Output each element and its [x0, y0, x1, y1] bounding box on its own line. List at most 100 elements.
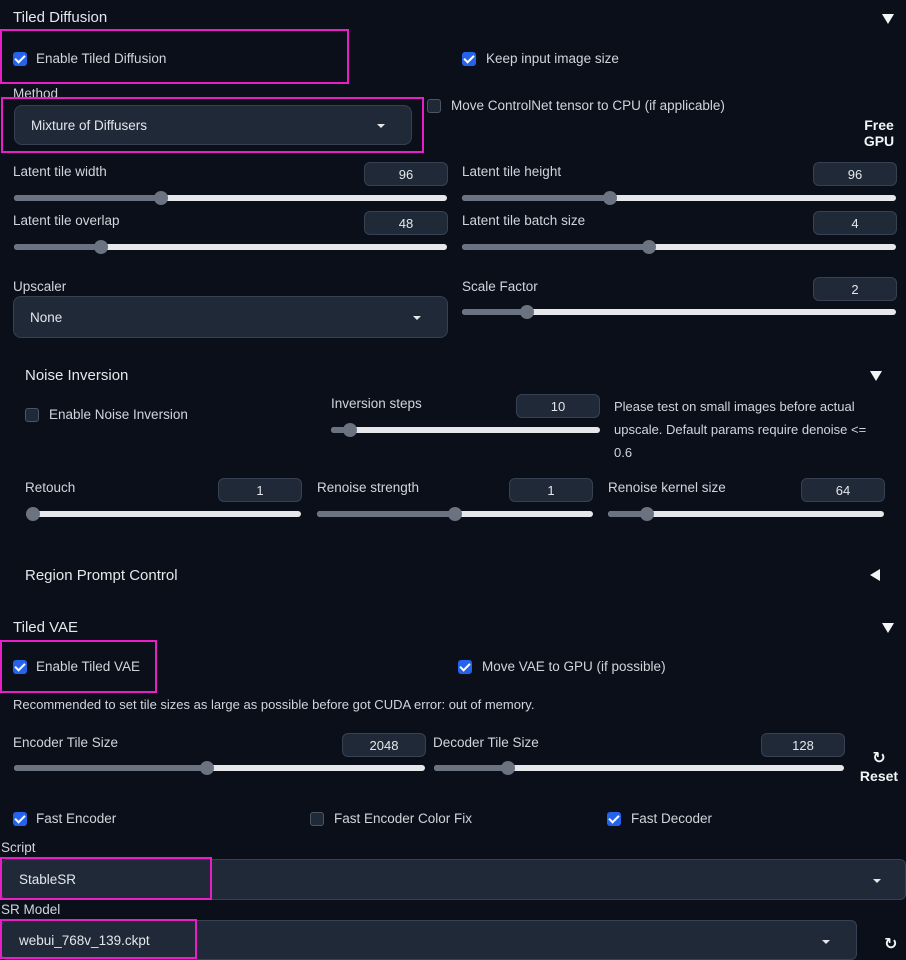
renoise-kernel-size-label: Renoise kernel size	[608, 480, 726, 495]
region-prompt-control-title: Region Prompt Control	[25, 567, 178, 584]
controlnet-cpu-checkbox[interactable]: Move ControlNet tensor to CPU (if applic…	[427, 98, 725, 113]
slider-thumb[interactable]	[602, 191, 617, 205]
latent-tile-overlap-input[interactable]: 48	[364, 211, 448, 235]
slider-fill	[14, 765, 208, 771]
slider-fill	[317, 511, 455, 517]
fast-encoder-checkbox[interactable]: Fast Encoder	[13, 811, 116, 826]
enable-noise-inversion-checkbox[interactable]: Enable Noise Inversion	[25, 407, 188, 422]
controlnet-cpu-label: Move ControlNet tensor to CPU (if applic…	[451, 98, 725, 113]
latent-tile-batch-size-label: Latent tile batch size	[462, 213, 586, 228]
checkbox-checked-icon[interactable]	[458, 659, 472, 674]
checkbox-unchecked-icon[interactable]	[310, 811, 324, 826]
method-label: Method	[13, 86, 59, 101]
upscaler-dropdown[interactable]: None	[13, 296, 448, 338]
expand-region-prompt-icon[interactable]	[870, 569, 880, 581]
fast-encoder-color-fix-checkbox[interactable]: Fast Encoder Color Fix	[310, 811, 472, 826]
renoise-strength-slider[interactable]	[317, 507, 593, 521]
slider-thumb[interactable]	[639, 507, 654, 521]
sr-model-dropdown[interactable]: webui_768v_139.ckpt	[1, 920, 857, 960]
tiled-vae-title: Tiled VAE	[13, 619, 79, 636]
slider-thumb[interactable]	[520, 305, 535, 319]
decoder-tile-size-label: Decoder Tile Size	[433, 735, 539, 750]
enable-tiled-diffusion-checkbox[interactable]: Enable Tiled Diffusion	[13, 51, 166, 66]
checkbox-checked-icon[interactable]	[462, 51, 476, 66]
slider-thumb[interactable]	[641, 240, 656, 254]
latent-tile-batch-size-input[interactable]: 4	[813, 211, 897, 235]
method-value: Mixture of Diffusers	[31, 117, 148, 133]
retouch-input[interactable]: 1	[218, 478, 302, 502]
sr-model-value: webui_768v_139.ckpt	[19, 932, 150, 948]
collapse-tiled-diffusion-icon[interactable]	[882, 14, 894, 24]
free-gpu-button[interactable]: Free GPU	[858, 117, 900, 149]
script-dropdown[interactable]: StableSR	[1, 859, 906, 900]
inversion-steps-slider[interactable]	[331, 423, 600, 437]
latent-tile-width-input[interactable]: 96	[364, 162, 448, 186]
script-value: StableSR	[19, 872, 77, 887]
reset-label: Reset	[859, 768, 899, 784]
free-gpu-label-line1: Free	[864, 117, 894, 133]
refresh-sr-model-icon[interactable]: ↻	[884, 934, 897, 954]
upscaler-label: Upscaler	[13, 279, 67, 294]
method-dropdown[interactable]: Mixture of Diffusers	[14, 105, 412, 145]
fast-decoder-checkbox[interactable]: Fast Decoder	[607, 811, 712, 826]
slider-thumb[interactable]	[448, 507, 462, 521]
upscaler-value: None	[30, 309, 63, 325]
chevron-down-icon	[413, 316, 421, 320]
renoise-strength-label: Renoise strength	[317, 480, 420, 495]
slider-thumb[interactable]	[200, 761, 215, 775]
latent-tile-overlap-slider[interactable]	[14, 240, 447, 254]
latent-tile-height-slider[interactable]	[462, 191, 896, 205]
scale-factor-slider[interactable]	[462, 305, 896, 319]
slider-thumb[interactable]	[154, 191, 169, 205]
reset-button[interactable]: ↻ Reset	[858, 751, 900, 785]
latent-tile-batch-size-slider[interactable]	[462, 240, 896, 254]
decoder-tile-size-slider[interactable]	[434, 761, 844, 775]
enable-tiled-diffusion-label: Enable Tiled Diffusion	[36, 51, 167, 66]
enable-tiled-vae-label: Enable Tiled VAE	[36, 659, 141, 674]
collapse-noise-inversion-icon[interactable]	[870, 371, 882, 381]
tiled-diffusion-title: Tiled Diffusion	[13, 9, 108, 26]
free-gpu-label-line2: GPU	[863, 133, 895, 149]
latent-tile-width-label: Latent tile width	[13, 164, 107, 179]
inversion-steps-label: Inversion steps	[331, 396, 422, 411]
enable-tiled-vae-checkbox[interactable]: Enable Tiled VAE	[13, 659, 140, 674]
slider-fill	[462, 309, 528, 315]
checkbox-checked-icon[interactable]	[607, 811, 621, 826]
retouch-label: Retouch	[25, 480, 76, 495]
latent-tile-overlap-label: Latent tile overlap	[13, 213, 120, 228]
collapse-tiled-vae-icon[interactable]	[882, 623, 894, 633]
latent-tile-height-input[interactable]: 96	[813, 162, 897, 186]
fast-encoder-label: Fast Encoder	[36, 811, 117, 826]
slider-thumb[interactable]	[26, 507, 40, 521]
inversion-steps-input[interactable]: 10	[516, 394, 600, 418]
checkbox-checked-icon[interactable]	[13, 659, 27, 674]
slider-fill	[434, 765, 508, 771]
fast-decoder-label: Fast Decoder	[631, 811, 713, 826]
script-label: Script	[1, 840, 36, 855]
latent-tile-height-label: Latent tile height	[462, 164, 562, 179]
checkbox-checked-icon[interactable]	[13, 51, 27, 66]
checkbox-unchecked-icon[interactable]	[25, 407, 39, 422]
slider-thumb[interactable]	[500, 761, 515, 775]
checkbox-checked-icon[interactable]	[13, 811, 27, 826]
noise-inversion-hint: Please test on small images before actua…	[614, 399, 867, 460]
retouch-slider[interactable]	[26, 507, 301, 521]
tiled-vae-recommendation: Recommended to set tile sizes as large a…	[13, 697, 535, 712]
latent-tile-width-slider[interactable]	[14, 191, 447, 205]
slider-fill	[462, 244, 649, 250]
slider-thumb[interactable]	[342, 423, 357, 437]
encoder-tile-size-slider[interactable]	[14, 761, 425, 775]
slider-thumb[interactable]	[93, 240, 108, 254]
slider-fill	[14, 244, 101, 250]
encoder-tile-size-input[interactable]: 2048	[342, 733, 426, 757]
move-vae-gpu-checkbox[interactable]: Move VAE to GPU (if possible)	[458, 659, 666, 674]
keep-input-size-checkbox[interactable]: Keep input image size	[462, 51, 619, 66]
renoise-strength-input[interactable]: 1	[509, 478, 593, 502]
chevron-down-icon	[377, 124, 385, 128]
move-vae-gpu-label: Move VAE to GPU (if possible)	[482, 659, 666, 674]
scale-factor-input[interactable]: 2	[813, 277, 897, 301]
decoder-tile-size-input[interactable]: 128	[761, 733, 845, 757]
renoise-kernel-size-input[interactable]: 64	[801, 478, 885, 502]
checkbox-unchecked-icon[interactable]	[427, 98, 441, 113]
renoise-kernel-size-slider[interactable]	[608, 507, 884, 521]
